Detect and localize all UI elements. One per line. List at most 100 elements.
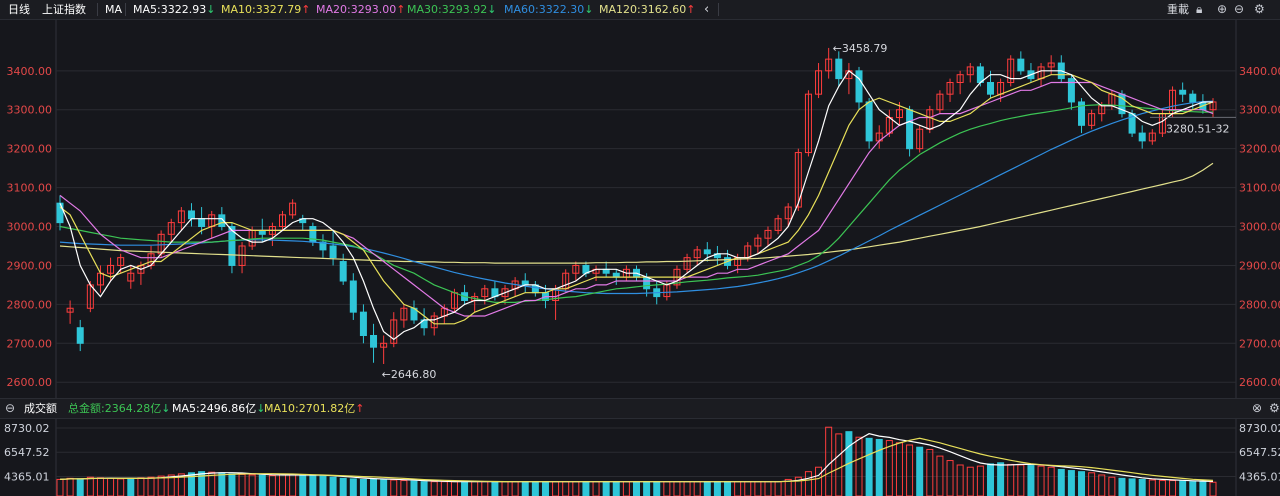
settings-icon[interactable]: ⚙ bbox=[1254, 0, 1265, 19]
y-tick-label-left: 2900.00 bbox=[7, 259, 53, 272]
volume-bar bbox=[774, 481, 782, 496]
volume-bar bbox=[622, 481, 630, 496]
volume-bar bbox=[713, 481, 721, 496]
volume-bar bbox=[461, 481, 469, 496]
volume-bar bbox=[602, 481, 610, 496]
volume-bar bbox=[582, 481, 590, 496]
y-tick-label-left: 2700.00 bbox=[7, 337, 53, 350]
high-annotation: ←3458.79 bbox=[833, 42, 888, 55]
volume-bar bbox=[612, 481, 620, 496]
volume-chart[interactable]: 8730.02 8730.02 6547.52 6547.52 4365.01 4365.… bbox=[0, 419, 1280, 496]
volume-bar bbox=[1189, 481, 1197, 496]
ma10-value: MA10:3327.79↑ bbox=[221, 3, 311, 16]
candle-body bbox=[855, 70, 863, 103]
volume-bar bbox=[481, 481, 489, 496]
candle-body bbox=[339, 261, 347, 282]
candle-body bbox=[865, 101, 873, 142]
volume-bar bbox=[127, 478, 135, 496]
candle-body bbox=[359, 311, 367, 337]
volume-tick-left: 6547.52 bbox=[4, 446, 50, 459]
volume-bar bbox=[997, 462, 1005, 496]
volume-tick-right: 8730.02 bbox=[1239, 422, 1280, 435]
volume-bar bbox=[430, 481, 438, 496]
volume-bar bbox=[1067, 470, 1075, 496]
volume-ma5: MA5:2496.86亿↓ bbox=[172, 402, 266, 415]
volume-bar bbox=[673, 481, 681, 496]
volume-bar bbox=[633, 481, 640, 496]
volume-bar bbox=[885, 440, 893, 496]
volume-bar bbox=[359, 478, 367, 496]
volume-bar bbox=[491, 481, 499, 496]
low-annotation: ←2646.80 bbox=[382, 368, 437, 381]
volume-bar bbox=[693, 481, 701, 496]
settings-icon[interactable]: ⚙ bbox=[1269, 399, 1280, 418]
y-tick-label-right: 2900.00 bbox=[1239, 259, 1280, 272]
volume-bar bbox=[511, 481, 519, 496]
y-tick-label-left: 3200.00 bbox=[7, 143, 53, 156]
period-label[interactable]: 日线 bbox=[8, 0, 30, 19]
candle-body bbox=[187, 210, 195, 220]
volume-bar bbox=[683, 481, 691, 496]
ma20-value: MA20:3293.00↑ bbox=[316, 3, 406, 16]
y-tick-label-left: 3000.00 bbox=[7, 221, 53, 234]
candle-body bbox=[835, 58, 843, 80]
candle-body bbox=[1138, 132, 1146, 142]
y-tick-label-right: 3200.00 bbox=[1239, 143, 1280, 156]
volume-bar bbox=[420, 481, 428, 496]
candle-body bbox=[56, 202, 64, 224]
volume-bar bbox=[299, 474, 307, 496]
volume-bar bbox=[835, 433, 843, 496]
lock-icon[interactable]: 🔒︎ bbox=[1196, 0, 1202, 19]
volume-bar bbox=[1199, 481, 1207, 496]
volume-tick-left: 8730.02 bbox=[4, 422, 50, 435]
close-icon[interactable]: ⊗ bbox=[1252, 399, 1262, 418]
volume-bar bbox=[117, 478, 125, 496]
volume-bar bbox=[825, 426, 833, 496]
volume-bar bbox=[107, 477, 115, 496]
index-name[interactable]: 上证指数 bbox=[42, 0, 86, 19]
volume-bar bbox=[1078, 471, 1086, 496]
volume-bar bbox=[238, 473, 246, 496]
volume-bar bbox=[1148, 479, 1156, 496]
volume-bar bbox=[96, 477, 104, 496]
volume-title[interactable]: 成交额 bbox=[24, 399, 57, 418]
collapse-icon[interactable]: ⊖ bbox=[5, 399, 15, 418]
candle-body bbox=[643, 276, 651, 290]
ma-label[interactable]: MA bbox=[105, 0, 122, 19]
volume-bar bbox=[956, 464, 964, 496]
ma5-value: MA5:3322.93↓ bbox=[133, 3, 216, 16]
zoom-in-icon[interactable]: ⊕ bbox=[1217, 0, 1227, 19]
volume-bar bbox=[541, 481, 549, 496]
volume-bar bbox=[926, 448, 934, 496]
volume-bar bbox=[1108, 476, 1116, 496]
volume-bar bbox=[137, 477, 145, 496]
volume-bar bbox=[501, 481, 509, 496]
volume-bar bbox=[410, 480, 418, 496]
volume-bar bbox=[1118, 477, 1126, 496]
y-tick-label-right: 3400.00 bbox=[1239, 65, 1280, 78]
volume-bar bbox=[734, 481, 742, 496]
volume-bar bbox=[86, 476, 94, 496]
chevron-left-icon[interactable]: ‹ bbox=[704, 0, 709, 19]
volume-bar bbox=[1017, 464, 1025, 496]
volume-tick-right: 6547.52 bbox=[1239, 446, 1280, 459]
volume-bar bbox=[1158, 480, 1166, 496]
volume-bar bbox=[349, 478, 357, 496]
volume-bar bbox=[157, 475, 165, 496]
adjust-label[interactable]: 重載 bbox=[1167, 0, 1189, 19]
volume-bar bbox=[703, 481, 711, 496]
volume-bar bbox=[147, 476, 155, 496]
volume-bar bbox=[946, 460, 954, 496]
volume-bar bbox=[754, 481, 762, 496]
candlestick-chart[interactable]: 3400.00 3400.00 3300.00 3300.00 3200.00 3200.… bbox=[0, 20, 1280, 398]
volume-bar bbox=[279, 474, 287, 496]
volume-bar bbox=[1007, 463, 1015, 496]
y-tick-label-right: 2600.00 bbox=[1239, 376, 1280, 389]
ma30-value: MA30:3293.92↓ bbox=[407, 3, 497, 16]
volume-bar bbox=[1027, 465, 1035, 496]
volume-bar bbox=[895, 442, 903, 496]
zoom-out-icon[interactable]: ⊖ bbox=[1234, 0, 1244, 19]
volume-bar bbox=[258, 474, 266, 496]
y-tick-label-right: 3000.00 bbox=[1239, 221, 1280, 234]
volume-bar bbox=[562, 481, 570, 496]
